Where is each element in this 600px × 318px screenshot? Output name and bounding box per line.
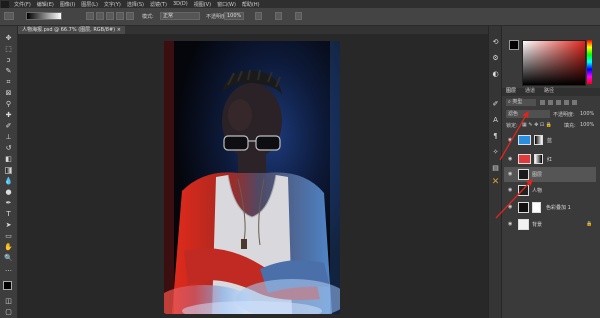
eraser-tool-icon[interactable]: ◧ [4,155,13,164]
crop-tool-icon[interactable]: ⌗ [4,78,13,87]
tab-paths[interactable]: 路径 [541,88,557,95]
menu-file[interactable]: 文件(F) [11,1,34,8]
dither-checkbox[interactable] [275,12,282,20]
smart-filter-icon[interactable] [572,100,577,105]
arrow-to-selected-layer [495,179,533,219]
adjustment-filter-icon[interactable] [548,100,553,105]
menu-image[interactable]: 图像(I) [57,1,78,8]
radial-gradient-button[interactable] [96,12,104,20]
menu-select[interactable]: 选择(S) [124,1,147,8]
screen-mode-icon[interactable]: ▢ [4,308,13,317]
diamond-gradient-button[interactable] [126,12,134,20]
properties-panel-icon[interactable]: ⚙ [491,54,500,63]
foreground-color-swatch[interactable] [3,281,12,290]
layer-filter-icons [540,100,595,105]
shape-filter-icon[interactable] [564,100,569,105]
path-selection-tool-icon[interactable]: ➤ [4,221,13,230]
document-tab[interactable]: 人物海报.psd @ 66.7% (图层, RGB/8#) × [18,26,125,34]
clone-stamp-tool-icon[interactable]: ⊥ [4,133,13,142]
menu-window[interactable]: 窗口(W) [214,1,239,8]
layer-name: 色彩叠加 1 [546,205,571,211]
reflected-gradient-button[interactable] [116,12,124,20]
linear-gradient-button[interactable] [86,12,94,20]
mode-select[interactable]: 正常 [160,12,200,20]
dodge-tool-icon[interactable]: ● [4,188,13,197]
tool-preset-button[interactable] [4,12,14,20]
menu-3d[interactable]: 3D(D) [170,1,191,7]
hand-tool-icon[interactable]: ✋ [4,243,13,252]
lock-icon: 🔒 [586,221,593,227]
pen-tool-icon[interactable]: ✒ [4,199,13,208]
history-brush-tool-icon[interactable]: ↺ [4,144,13,153]
color-field[interactable] [522,40,586,86]
annotation-arrows [495,110,533,219]
type-tool-icon[interactable]: T [4,210,13,219]
healing-brush-tool-icon[interactable]: ✚ [4,111,13,120]
blur-tool-icon[interactable]: 💧 [4,177,13,186]
eyedropper-tool-icon[interactable]: ⚲ [4,100,13,109]
marquee-tool-icon[interactable]: ⬚ [4,45,13,54]
hue-slider[interactable] [587,40,592,84]
more-tools-icon[interactable]: … [4,265,13,274]
fill-value[interactable]: 100% [580,122,594,128]
menu-bar: 文件(F) 编辑(E) 图像(I) 图层(L) 文字(Y) 选择(S) 滤镜(T… [0,0,600,8]
layers-panel-tabbar: 图层 通道 路径 [502,88,600,96]
opacity-field[interactable]: 100% [224,12,244,20]
mode-label: 模式: [142,14,154,20]
quick-mask-icon[interactable]: ◫ [4,297,13,306]
menu-help[interactable]: 帮助(H) [239,1,263,8]
type-filter-icon[interactable] [556,100,561,105]
gradient-tool-icon[interactable] [4,166,13,175]
layer-name: 红 [547,157,553,163]
move-tool-icon[interactable]: ✥ [4,34,13,43]
angle-gradient-button[interactable] [106,12,114,20]
shape-tool-icon[interactable]: ▭ [4,232,13,241]
document-tab-bar: 人物海报.psd @ 66.7% (图层, RGB/8#) × [18,26,500,34]
menu-filter[interactable]: 滤镜(T) [147,1,170,8]
quick-select-tool-icon[interactable]: ✎ [4,67,13,76]
poster-artwork [164,41,340,314]
menu-type[interactable]: 文字(Y) [101,1,124,8]
fill-label: 填充: [564,123,576,129]
arrow-to-blend-mode [499,110,529,161]
adjustments-panel-icon[interactable]: ◐ [491,70,500,79]
gradient-swatch[interactable] [26,12,62,20]
opacity-label: 不透明度: [553,112,575,118]
zoom-tool-icon[interactable]: 🔍 [4,254,13,263]
panel-foreground-swatch[interactable] [509,40,519,50]
menu-view[interactable]: 视图(V) [191,1,214,8]
frame-tool-icon[interactable]: ⊠ [4,89,13,98]
tab-layers[interactable]: 图层 [503,88,519,95]
options-bar: 模式: 正常 不透明度: 100% [0,8,600,26]
lasso-tool-icon[interactable]: ↄ [4,56,13,65]
tab-channels[interactable]: 通道 [522,88,538,95]
history-panel-icon[interactable]: ⟲ [491,38,500,47]
opacity-value[interactable]: 100% [580,111,594,117]
brush-tool-icon[interactable]: ✐ [4,122,13,131]
reverse-checkbox[interactable] [255,12,262,20]
layer-name: 蓝 [547,138,553,144]
menu-layer[interactable]: 图层(L) [78,1,101,8]
menu-edit[interactable]: 编辑(E) [34,1,57,8]
tools-panel: ✥ ⬚ ↄ ✎ ⌗ ⊠ ⚲ ✚ ✐ ⊥ ↺ ◧ 💧 ● ✒ T ➤ ▭ ✋ 🔍 … [0,26,18,318]
transparency-checkbox[interactable] [295,12,302,20]
photoshop-logo-icon [1,0,9,8]
